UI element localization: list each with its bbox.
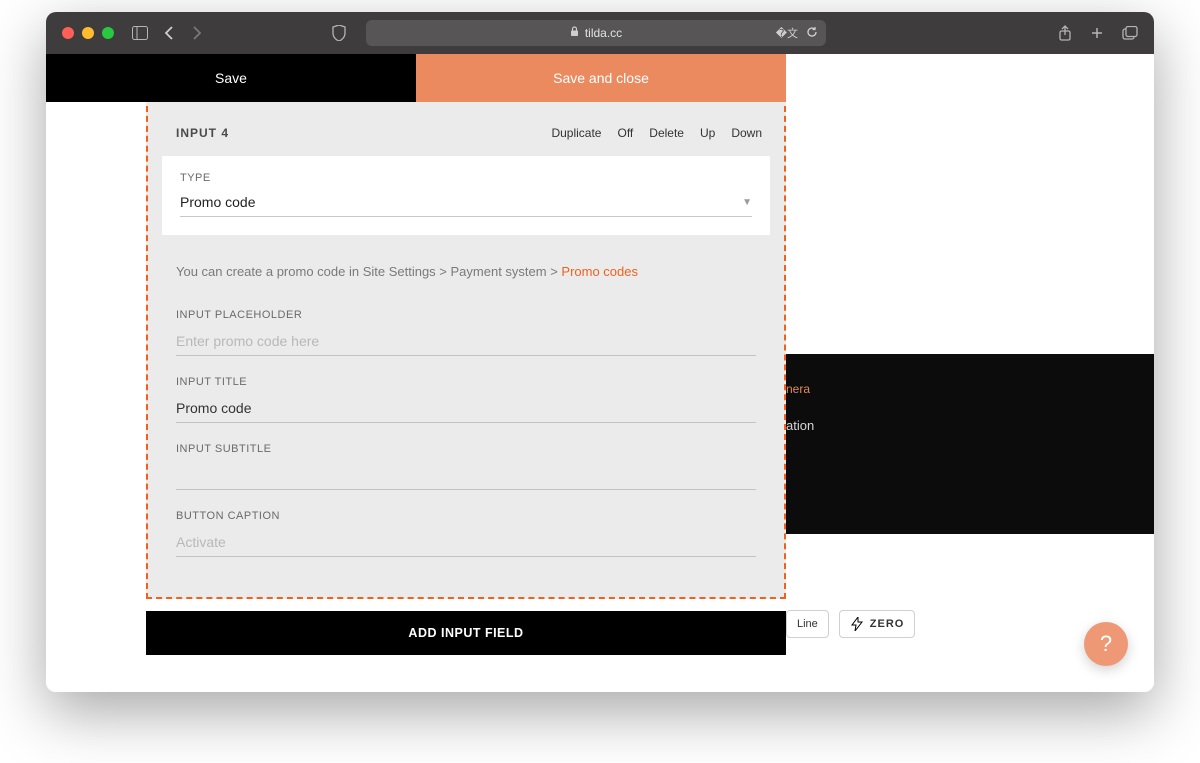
duplicate-action[interactable]: Duplicate — [551, 126, 601, 140]
input-card-title: INPUT 4 — [176, 126, 229, 140]
browser-window: tilda.cc �文 Save Save and close — [46, 12, 1154, 692]
button-caption-input[interactable] — [176, 530, 756, 557]
button-caption-label: BUTTON CAPTION — [176, 510, 756, 522]
address-bar[interactable]: tilda.cc �文 — [366, 20, 826, 46]
preview-pane: nera ation Line ZERO — [786, 54, 1154, 692]
sidebar-toggle-icon[interactable] — [132, 26, 148, 40]
save-and-close-button[interactable]: Save and close — [416, 54, 786, 102]
input-subtitle-label: INPUT SUBTITLE — [176, 443, 756, 455]
back-button[interactable] — [164, 26, 176, 40]
input-placeholder-label: INPUT PLACEHOLDER — [176, 309, 756, 321]
input-title-label: INPUT TITLE — [176, 376, 756, 388]
button-caption-field: BUTTON CAPTION — [162, 490, 770, 557]
address-text: tilda.cc — [585, 26, 622, 40]
share-icon[interactable] — [1058, 25, 1072, 41]
type-select[interactable]: Promo code ▼ — [180, 194, 752, 217]
lock-icon — [570, 26, 579, 40]
preview-dark-block: nera ation — [786, 354, 1154, 534]
close-window-button[interactable] — [62, 27, 74, 39]
input-field-card: INPUT 4 Duplicate Off Delete Up Down TYP… — [146, 102, 786, 599]
input-placeholder-field: INPUT PLACEHOLDER — [162, 289, 770, 356]
editor-top-bar: Save Save and close — [46, 54, 786, 102]
type-select-value: Promo code — [180, 194, 255, 210]
maximize-window-button[interactable] — [102, 27, 114, 39]
bolt-icon — [850, 617, 864, 631]
preview-line-1: nera — [786, 382, 1154, 396]
badge-line-label: Line — [797, 618, 818, 630]
reload-icon[interactable] — [806, 26, 818, 41]
move-down-action[interactable]: Down — [731, 126, 762, 140]
editor-panel: INPUT 4 Duplicate Off Delete Up Down TYP… — [46, 102, 786, 692]
save-button[interactable]: Save — [46, 54, 416, 102]
input-card-header: INPUT 4 Duplicate Off Delete Up Down — [162, 102, 770, 156]
delete-action[interactable]: Delete — [649, 126, 684, 140]
help-button[interactable]: ? — [1084, 622, 1128, 666]
forward-button[interactable] — [190, 26, 202, 40]
move-up-action[interactable]: Up — [700, 126, 715, 140]
input-subtitle-input[interactable] — [176, 463, 756, 490]
window-controls — [62, 27, 114, 39]
input-title-input[interactable] — [176, 396, 756, 423]
nav-buttons — [164, 26, 202, 40]
reader-icon[interactable]: �文 — [776, 25, 798, 41]
input-subtitle-field: INPUT SUBTITLE — [162, 423, 770, 490]
chevron-down-icon: ▼ — [742, 197, 752, 208]
browser-titlebar: tilda.cc �文 — [46, 12, 1154, 54]
privacy-shield-icon[interactable] — [332, 25, 346, 41]
promo-codes-link[interactable]: Promo codes — [561, 264, 638, 279]
badge-line[interactable]: Line — [786, 610, 829, 638]
type-selector-card: TYPE Promo code ▼ — [162, 156, 770, 235]
input-card-actions: Duplicate Off Delete Up Down — [551, 126, 762, 140]
type-label: TYPE — [180, 172, 752, 184]
input-placeholder-input[interactable] — [176, 329, 756, 356]
new-tab-icon[interactable] — [1090, 25, 1104, 41]
hint-text: You can create a promo code in Site Sett… — [176, 264, 561, 279]
page-content: Save Save and close INPUT 4 Duplicate Of… — [46, 54, 1154, 692]
off-action[interactable]: Off — [617, 126, 633, 140]
preview-badges: Line ZERO — [786, 610, 915, 638]
preview-line-2: ation — [786, 418, 1154, 433]
input-title-field: INPUT TITLE — [162, 356, 770, 423]
minimize-window-button[interactable] — [82, 27, 94, 39]
promo-code-hint: You can create a promo code in Site Sett… — [162, 235, 770, 289]
add-input-field-button[interactable]: ADD INPUT FIELD — [146, 611, 786, 655]
tabs-overview-icon[interactable] — [1122, 25, 1138, 41]
badge-zero[interactable]: ZERO — [839, 610, 916, 638]
badge-zero-label: ZERO — [870, 618, 905, 630]
